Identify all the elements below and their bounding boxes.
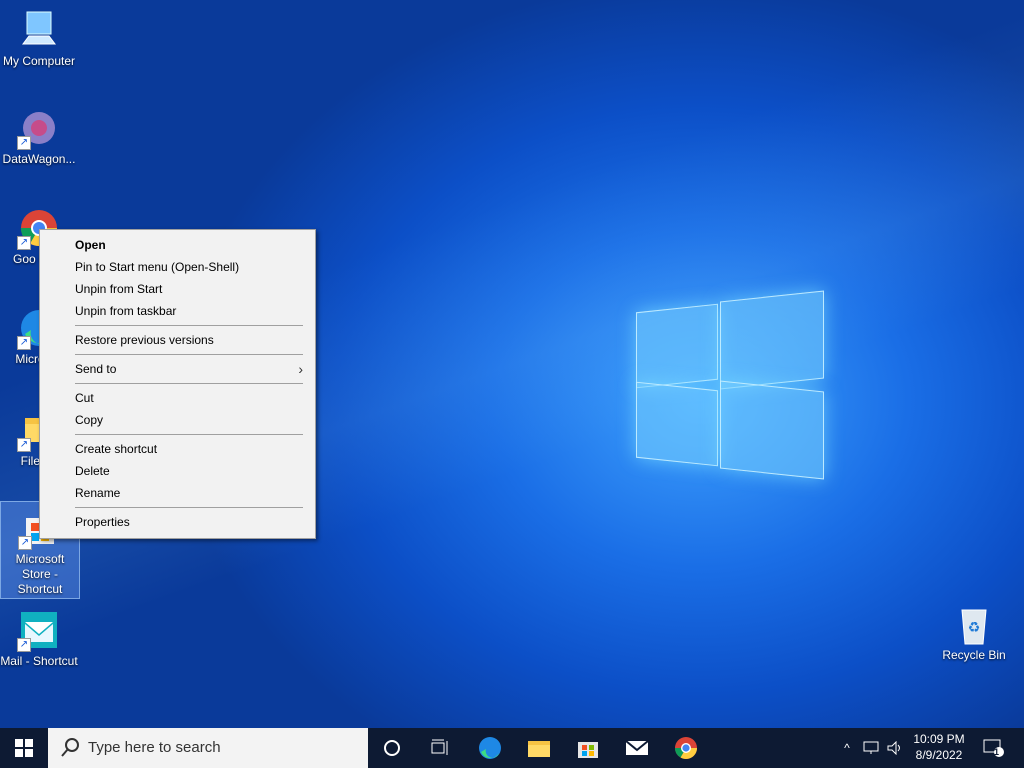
microsoft-store-icon — [578, 742, 598, 758]
desktop-icon-my-computer[interactable]: My Computer — [0, 8, 78, 69]
taskbar-file-explorer[interactable] — [515, 728, 563, 768]
cortana-button[interactable] — [368, 728, 416, 768]
network-icon — [863, 741, 879, 754]
windows-start-icon — [15, 739, 33, 757]
desktop-icon-mail[interactable]: ↗ Mail - Shortcut — [0, 608, 78, 669]
taskbar: Type here to search ^ 10:09 PM 8/9/2022 … — [0, 728, 1024, 768]
context-menu: Open Pin to Start menu (Open-Shell) Unpi… — [39, 229, 316, 539]
search-placeholder: Type here to search — [88, 739, 221, 756]
recycle-bin-icon: ♻ — [952, 602, 996, 646]
datawagon-icon: ↗ — [17, 106, 61, 150]
menu-item-send-to[interactable]: Send to › — [40, 358, 315, 380]
task-view-button[interactable] — [416, 728, 464, 768]
shortcut-arrow-icon: ↗ — [18, 536, 32, 550]
menu-item-open[interactable]: Open — [40, 234, 315, 256]
taskbar-chrome[interactable] — [662, 728, 710, 768]
menu-item-unpin-from-taskbar[interactable]: Unpin from taskbar — [40, 300, 315, 322]
menu-item-pin-to-start-open-shell[interactable]: Pin to Start menu (Open-Shell) — [40, 256, 315, 278]
taskbar-mail[interactable] — [613, 728, 661, 768]
network-button[interactable] — [860, 728, 882, 768]
edge-icon — [479, 737, 501, 759]
menu-separator — [75, 354, 303, 355]
show-hidden-icons-button[interactable]: ^ — [836, 728, 858, 768]
clock-date: 8/9/2022 — [915, 748, 963, 762]
menu-item-copy[interactable]: Copy — [40, 409, 315, 431]
desktop-icon-recycle-bin[interactable]: ♻ Recycle Bin — [935, 602, 1013, 663]
desktop[interactable]: My Computer ↗ DataWagon... ↗ Goo Chro — [0, 0, 1024, 728]
volume-button[interactable] — [884, 728, 906, 768]
desktop-icon-label: DataWagon... — [2, 152, 76, 166]
cortana-icon — [384, 740, 400, 756]
menu-item-delete[interactable]: Delete — [40, 460, 315, 482]
menu-item-rename[interactable]: Rename — [40, 482, 315, 504]
clock-time: 10:09 PM — [913, 732, 965, 746]
menu-separator — [75, 383, 303, 384]
windows-wallpaper-logo — [636, 290, 826, 480]
speaker-icon — [887, 741, 900, 755]
file-explorer-icon — [528, 741, 550, 757]
chevron-right-icon: › — [298, 361, 303, 377]
desktop-icon-label: My Computer — [2, 54, 76, 68]
shortcut-arrow-icon: ↗ — [17, 336, 31, 350]
menu-separator — [75, 507, 303, 508]
chrome-icon — [675, 737, 697, 759]
menu-item-properties[interactable]: Properties — [40, 511, 315, 533]
mail-icon: ↗ — [17, 608, 61, 652]
menu-separator — [75, 325, 303, 326]
search-icon — [61, 738, 79, 757]
menu-separator — [75, 434, 303, 435]
task-view-icon — [431, 739, 448, 755]
taskbar-microsoft-store[interactable] — [564, 728, 612, 768]
menu-item-restore-previous-versions[interactable]: Restore previous versions — [40, 329, 315, 351]
desktop-icon-datawagon[interactable]: ↗ DataWagon... — [0, 106, 78, 167]
chevron-up-icon: ^ — [844, 741, 850, 755]
shortcut-arrow-icon: ↗ — [17, 236, 31, 250]
computer-icon — [17, 8, 61, 52]
menu-item-cut[interactable]: Cut — [40, 387, 315, 409]
desktop-icon-label: Recycle Bin — [942, 648, 1006, 662]
clock-button[interactable]: 10:09 PM 8/9/2022 — [908, 728, 970, 768]
taskbar-edge[interactable] — [466, 728, 514, 768]
shortcut-arrow-icon: ↗ — [17, 438, 31, 452]
shortcut-arrow-icon: ↗ — [17, 136, 31, 150]
shortcut-arrow-icon: ↗ — [17, 638, 31, 652]
menu-item-unpin-from-start[interactable]: Unpin from Start — [40, 278, 315, 300]
desktop-icon-label: Microsoft Store - Shortcut — [15, 552, 65, 596]
svg-text:♻: ♻ — [968, 619, 981, 635]
action-center-button[interactable]: 1 — [976, 728, 1012, 768]
desktop-icon-label: Mail - Shortcut — [0, 654, 78, 668]
menu-item-create-shortcut[interactable]: Create shortcut — [40, 438, 315, 460]
taskbar-search-box[interactable]: Type here to search — [48, 728, 368, 768]
start-button[interactable] — [0, 728, 48, 768]
notification-count: 1 — [994, 747, 1000, 757]
mail-icon — [625, 740, 649, 755]
